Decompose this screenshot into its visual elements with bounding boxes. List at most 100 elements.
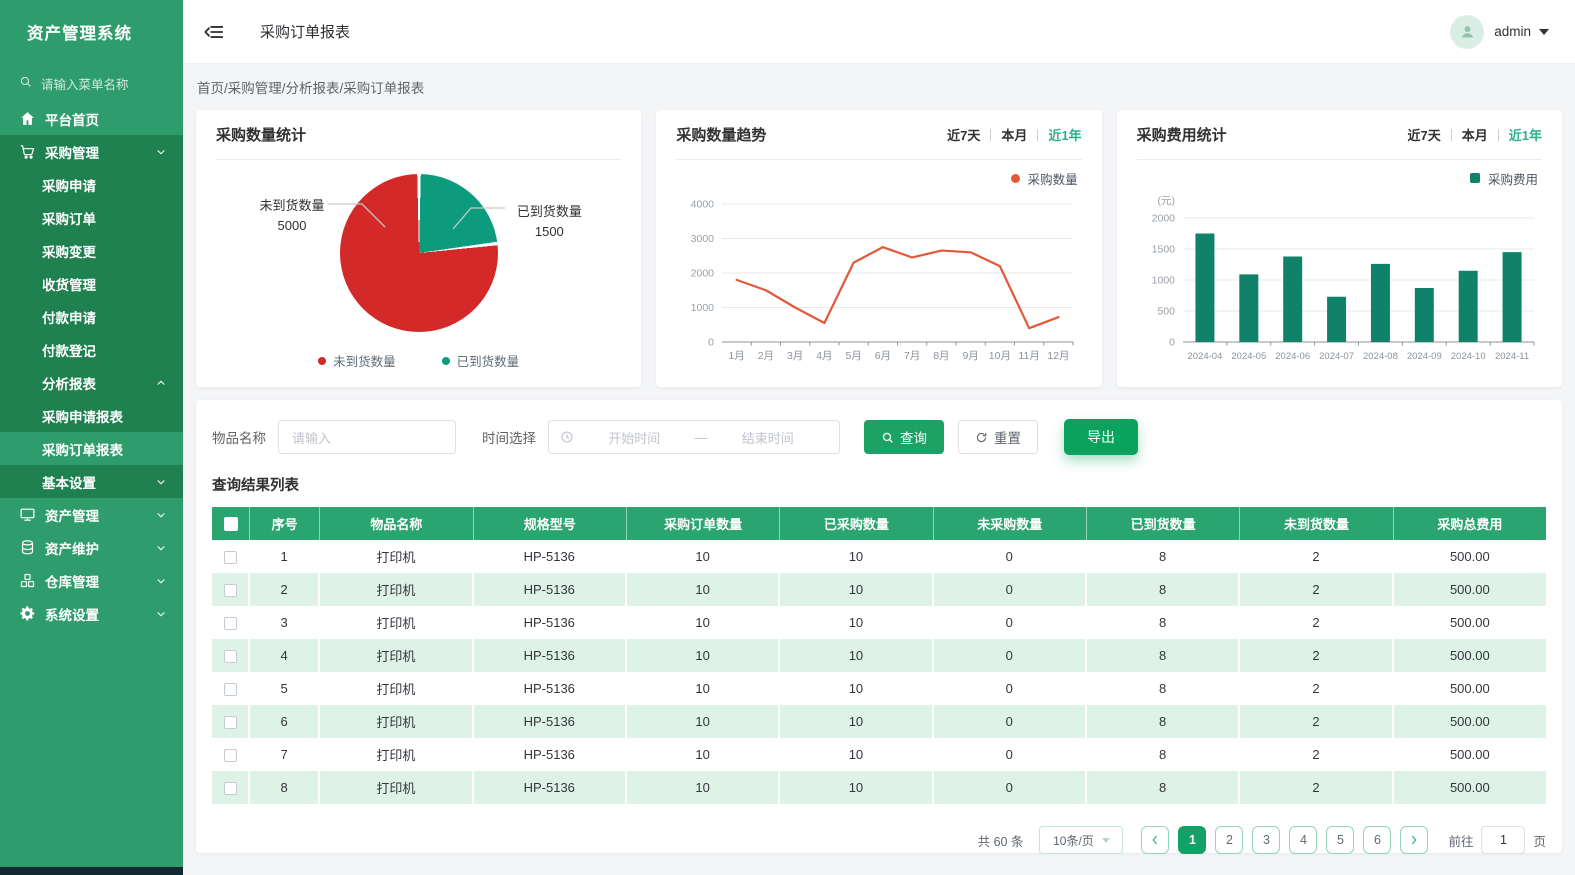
page-button-5[interactable]: 5: [1326, 826, 1354, 854]
svg-text:4000: 4000: [691, 199, 715, 211]
sidebar-item-system-settings[interactable]: 系统设置: [0, 597, 183, 630]
line-range-tab-3[interactable]: 近1年: [1048, 125, 1081, 144]
table-cell: 10: [627, 540, 780, 573]
row-checkbox[interactable]: [224, 650, 237, 663]
line-range-tab-1[interactable]: 近7天: [947, 125, 980, 144]
sidebar-item-purchase-change[interactable]: 采购变更: [0, 234, 183, 267]
row-checkbox[interactable]: [224, 551, 237, 564]
sidebar-item-home[interactable]: 平台首页: [0, 102, 183, 135]
row-checkbox[interactable]: [224, 617, 237, 630]
reset-button-label: 重置: [994, 427, 1021, 447]
row-checkbox[interactable]: [224, 683, 237, 696]
table-cell: 500.00: [1394, 705, 1546, 738]
pie-callout-left-value: 5000: [244, 216, 340, 236]
table-cell: 5: [250, 672, 320, 705]
sidebar-item-payment-apply[interactable]: 付款申请: [0, 300, 183, 333]
prev-page-button[interactable]: [1141, 826, 1169, 854]
collapse-sidebar-icon[interactable]: [203, 21, 225, 43]
pie-callout-left: 未到货数量 5000: [244, 196, 340, 236]
row-checkbox[interactable]: [224, 584, 237, 597]
avatar[interactable]: [1450, 15, 1484, 49]
table-cell: 500.00: [1394, 639, 1546, 672]
tab-separator: [1037, 129, 1038, 141]
search-button[interactable]: 查询: [864, 420, 944, 454]
svg-text:10月: 10月: [989, 350, 1011, 362]
sidebar-item-analysis-report[interactable]: 分析报表: [0, 366, 183, 399]
table-cell: 8: [1087, 771, 1240, 804]
bar-range-tab-2[interactable]: 本月: [1462, 125, 1488, 144]
page-button-6[interactable]: 6: [1363, 826, 1391, 854]
table-column-header: 采购订单数量: [627, 507, 780, 540]
page-button-1[interactable]: 1: [1178, 826, 1206, 854]
sidebar-item-payment-register[interactable]: 付款登记: [0, 333, 183, 366]
table-cell: 7: [250, 738, 320, 771]
page-button-3[interactable]: 3: [1252, 826, 1280, 854]
select-all-checkbox[interactable]: [224, 517, 238, 531]
sidebar-menu-search[interactable]: 请输入菜单名称: [0, 64, 183, 102]
sidebar-item-purchase-apply-report[interactable]: 采购申请报表: [0, 399, 183, 432]
line-chart[interactable]: 010002000300040001月2月3月4月5月6月7月8月9月10月11…: [676, 188, 1081, 368]
table-cell: 500.00: [1394, 771, 1546, 804]
line-legend[interactable]: 采购数量: [676, 170, 1077, 186]
sidebar-item-asset-management[interactable]: 资产管理: [0, 498, 183, 531]
row-checkbox[interactable]: [224, 716, 237, 729]
sidebar-item-purchase-management[interactable]: 采购管理: [0, 135, 183, 168]
gear-icon: [19, 605, 36, 622]
pie-graphic[interactable]: [340, 174, 498, 332]
table-cell: 10: [627, 639, 780, 672]
chevron-down-icon: [1102, 838, 1110, 847]
svg-text:5月: 5月: [846, 350, 862, 362]
bar-range-tab-1[interactable]: 近7天: [1408, 125, 1441, 144]
table-cell: HP-5136: [474, 573, 627, 606]
pie-chart-card: 采购数量统计 未到货数量 5000 已到货数量 1500: [196, 110, 641, 387]
bar-chart[interactable]: (元)05001000150020002024-042024-052024-06…: [1137, 188, 1542, 368]
date-range-input[interactable]: 开始时间 — 结束时间: [548, 420, 840, 454]
user-menu-caret-icon[interactable]: [1539, 29, 1549, 40]
chevron-down-icon: [155, 575, 167, 587]
date-range-separator: —: [695, 430, 708, 445]
pie-legend-item-green[interactable]: 已到货数量: [442, 351, 520, 370]
table-cell: 0: [934, 540, 1087, 573]
cart-icon: [19, 143, 36, 160]
table-cell: 2: [1240, 639, 1393, 672]
sidebar-item-basic-settings[interactable]: 基本设置: [0, 465, 183, 498]
svg-text:4月: 4月: [817, 350, 833, 362]
legend-dot-icon: [1011, 174, 1020, 183]
item-name-input[interactable]: 请输入: [278, 420, 456, 454]
table-cell: HP-5136: [474, 639, 627, 672]
svg-text:1500: 1500: [1151, 244, 1175, 256]
goto-page-input[interactable]: [1481, 826, 1525, 854]
main-area: 采购订单报表 admin 首页/采购管理/分析报表/采购订单报表 采购数量统计 …: [183, 0, 1575, 875]
line-range-tab-2[interactable]: 本月: [1001, 125, 1027, 144]
page-size-select[interactable]: 10条/页: [1039, 826, 1123, 854]
sidebar-group-analysis-report: 分析报表采购申请报表采购订单报表: [0, 366, 183, 465]
sidebar-item-purchase-order[interactable]: 采购订单: [0, 201, 183, 234]
page-size-value: 10条/页: [1053, 832, 1094, 849]
sidebar-item-asset-maintenance[interactable]: 资产维护: [0, 531, 183, 564]
sidebar-item-purchase-apply[interactable]: 采购申请: [0, 168, 183, 201]
row-checkbox[interactable]: [224, 782, 237, 795]
table-row: 5打印机HP-51361010082500.00: [212, 672, 1546, 705]
sidebar-item-purchase-order-report[interactable]: 采购订单报表: [0, 432, 183, 465]
username[interactable]: admin: [1494, 24, 1531, 39]
row-checkbox-cell: [212, 705, 250, 738]
table-cell: 8: [1087, 573, 1240, 606]
row-checkbox[interactable]: [224, 749, 237, 762]
reset-button[interactable]: 重置: [958, 420, 1038, 454]
bar-legend[interactable]: 采购费用: [1137, 170, 1538, 186]
item-name-placeholder: 请输入: [292, 428, 331, 447]
page-button-4[interactable]: 4: [1289, 826, 1317, 854]
export-button[interactable]: 导出: [1064, 419, 1138, 455]
next-page-button[interactable]: [1400, 826, 1428, 854]
sidebar-item-receiving-management[interactable]: 收货管理: [0, 267, 183, 300]
tab-separator: [1451, 129, 1452, 141]
sidebar-item-warehouse-management[interactable]: 仓库管理: [0, 564, 183, 597]
table-cell: 打印机: [320, 639, 473, 672]
boxes-icon: [19, 572, 36, 589]
table-cell: HP-5136: [474, 606, 627, 639]
search-icon: [19, 75, 32, 91]
page-button-2[interactable]: 2: [1215, 826, 1243, 854]
bar-range-tab-3[interactable]: 近1年: [1509, 125, 1542, 144]
table-cell: 打印机: [320, 540, 473, 573]
pie-legend-item-red[interactable]: 未到货数量: [318, 351, 396, 370]
